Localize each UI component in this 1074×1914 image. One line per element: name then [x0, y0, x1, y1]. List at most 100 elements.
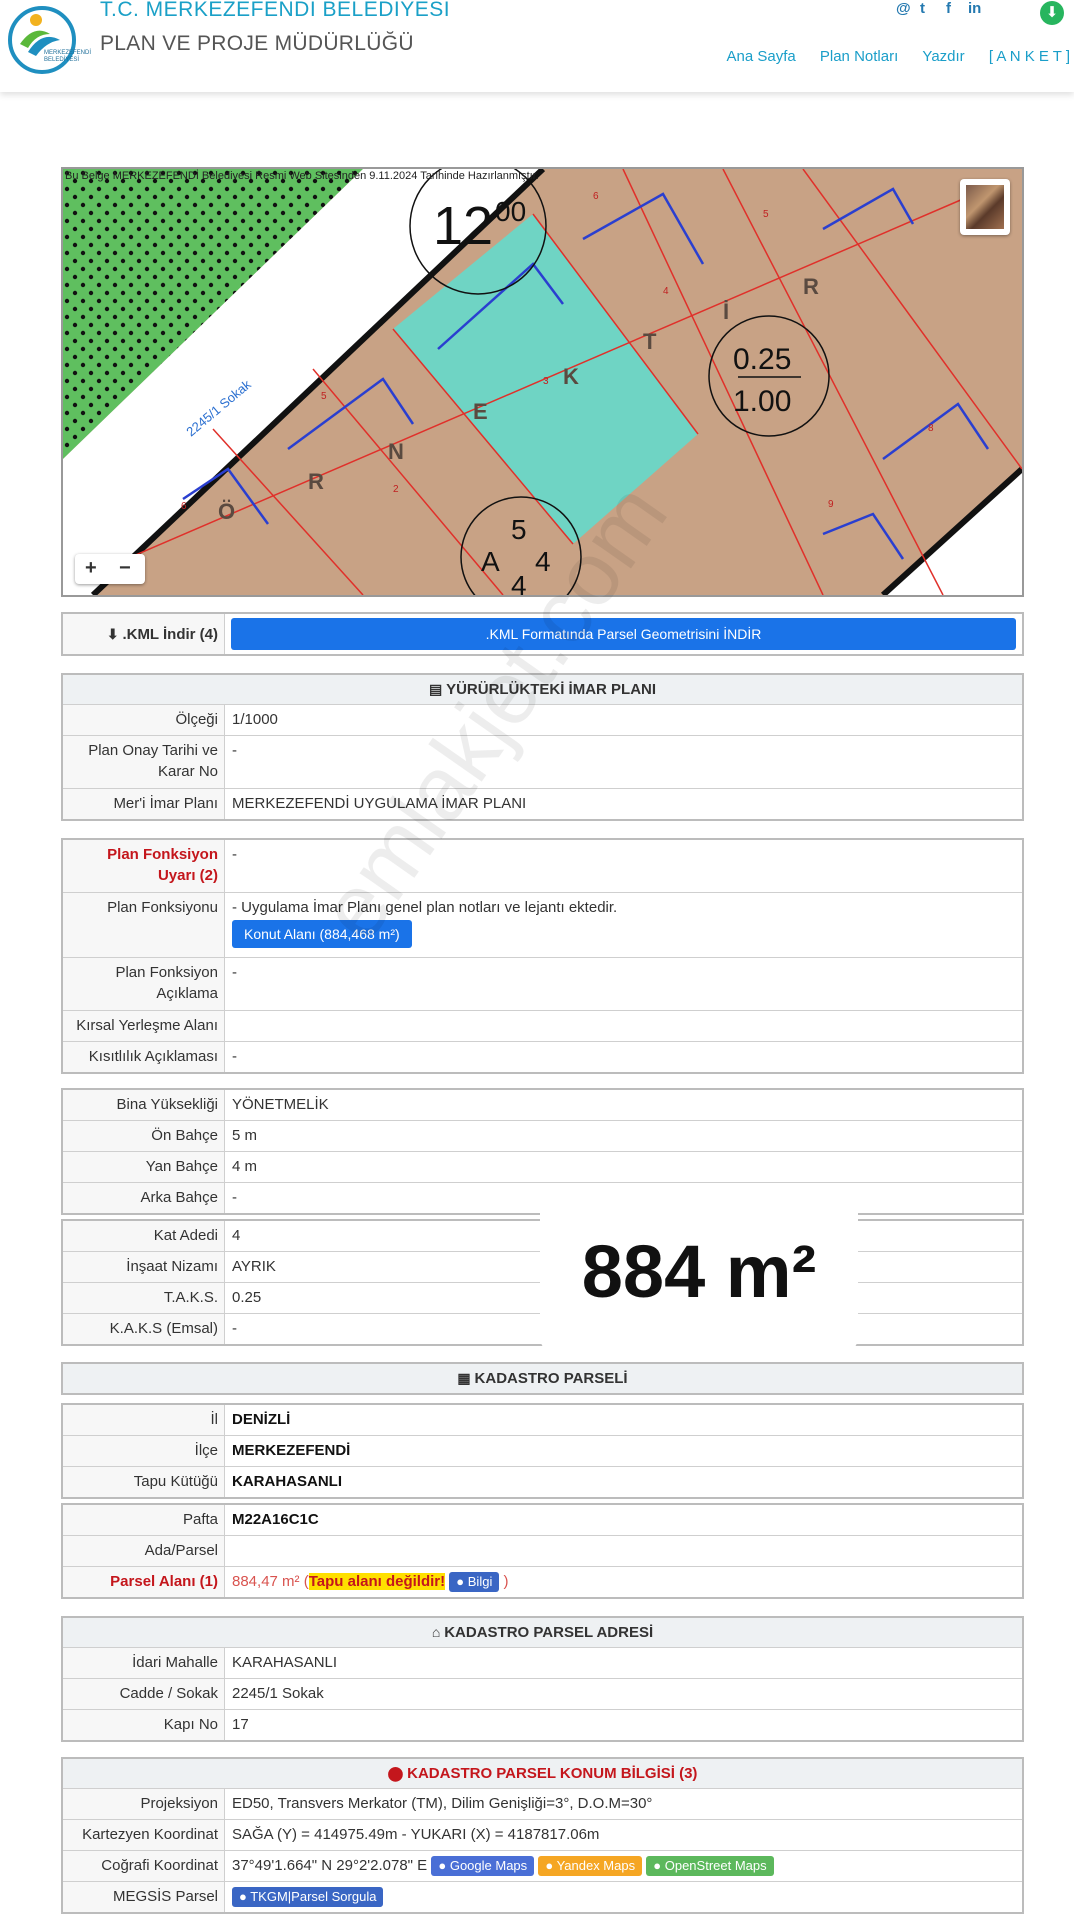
kml-label: ⬇ .KML İndir (4) — [63, 614, 225, 654]
field-label: Cadde / Sokak — [63, 1679, 225, 1709]
grid-icon: ▦ — [457, 1370, 475, 1386]
kaks-label: 1.00 — [733, 385, 791, 418]
info-globe-icon: ● — [456, 1574, 468, 1589]
field-value: - — [232, 742, 237, 759]
parcel-number: 6 — [593, 191, 599, 202]
nav-survey[interactable]: [ A N K E T ] — [989, 48, 1070, 65]
linkedin-icon[interactable]: in — [968, 0, 981, 17]
kadastro-parcel-box: Pafta M22A16C1C Ada/Parsel Parsel Alanı (… — [61, 1503, 1024, 1599]
field-value: DENİZLİ — [232, 1411, 291, 1428]
map-letter: E — [473, 399, 488, 424]
zoom-control: + − — [75, 554, 145, 584]
globe-icon: ● — [653, 1858, 665, 1873]
road-width-label: 12 — [433, 196, 493, 256]
layer-switcher-button[interactable] — [960, 179, 1010, 235]
area-overlay-label: 884 m² — [540, 1192, 858, 1352]
info-button[interactable]: ● Bilgi — [449, 1572, 500, 1592]
field-label: Ön Bahçe — [63, 1121, 225, 1151]
parcel-number: 5 — [763, 209, 769, 220]
field-label: İlçe — [63, 1436, 225, 1466]
field-value — [225, 1536, 1022, 1566]
nav-print[interactable]: Yazdır — [922, 48, 964, 65]
globe-icon: ● — [545, 1858, 557, 1873]
field-label: Mer'i İmar Planı — [63, 789, 225, 819]
map-marker-icon: ⬤ — [387, 1765, 408, 1781]
field-label: Kapı No — [63, 1710, 225, 1740]
field-value: MERKEZEFENDİ — [232, 1442, 351, 1459]
geo-coordinate: 37°49'1.664" N 29°2'2.078" E — [232, 1857, 428, 1874]
nav-home[interactable]: Ana Sayfa — [726, 48, 795, 65]
field-label: Plan Onay Tarihi ve Karar No — [63, 736, 225, 788]
block-top: 5 — [511, 514, 527, 545]
field-value: 4 m — [232, 1158, 258, 1175]
paren-open: ( — [303, 1573, 309, 1590]
map-letter: R — [308, 469, 324, 494]
parcel-number: 2 — [393, 484, 399, 495]
openstreet-maps-button[interactable]: ● OpenStreet Maps — [646, 1856, 774, 1876]
field-label: İnşaat Nizamı — [63, 1252, 225, 1282]
parcel-number: 5 — [321, 391, 327, 402]
location-box: ⬤ KADASTRO PARSEL KONUM BİLGİSİ (3) Proj… — [61, 1757, 1024, 1914]
field-value: YÖNETMELİK — [232, 1096, 329, 1113]
field-label: Kısıtlılık Açıklaması — [63, 1042, 225, 1072]
field-label: Plan Fonksiyonu — [63, 893, 225, 957]
field-label: Arka Bahçe — [63, 1183, 225, 1213]
field-label: Plan Fonksiyon Uyarı (2) — [63, 840, 225, 892]
tkgm-query-button[interactable]: ● TKGM|Parsel Sorgula — [232, 1887, 384, 1907]
parcel-number: 6 — [181, 501, 187, 512]
kadastro-header: ▦ KADASTRO PARSELİ — [63, 1364, 1022, 1393]
map-letter: R — [803, 274, 819, 299]
field-label: K.A.K.S (Emsal) — [63, 1314, 225, 1344]
globe-icon: ● — [438, 1858, 450, 1873]
field-label: Kartezyen Koordinat — [63, 1820, 225, 1850]
at-icon[interactable]: @ — [896, 0, 911, 17]
map-letter: T — [643, 329, 657, 354]
field-label: Ölçeği — [63, 705, 225, 735]
top-nav: Ana Sayfa Plan Notları Yazdır [ A N K E … — [706, 48, 1070, 65]
field-value: 17 — [232, 1716, 249, 1733]
map-canvas[interactable]: 12 00 0.25 1.00 5 A 4 4 2245/1 Sokak Ö R… — [63, 169, 1022, 595]
field-label: Plan Fonksiyon Açıklama — [63, 958, 225, 1010]
kml-download-button[interactable]: .KML Formatında Parsel Geometrisini İNDİ… — [231, 618, 1016, 650]
globe-icon: ● — [239, 1889, 251, 1904]
parcel-number: 8 — [928, 423, 934, 434]
zoom-out-button[interactable]: − — [119, 557, 131, 580]
road-width-sup: 00 — [495, 196, 526, 227]
site-header: MERKEZEFENDİ BELEDİYESİ T.C. MERKEZEFEND… — [0, 0, 1074, 92]
download-icon[interactable]: ⬇ — [1040, 1, 1064, 25]
twitter-icon[interactable]: t — [920, 0, 925, 17]
field-label: Kat Adedi — [63, 1221, 225, 1251]
logo-caption: MERKEZEFENDİ BELEDİYESİ — [44, 50, 92, 63]
field-label: İdari Mahalle — [63, 1648, 225, 1678]
facebook-icon[interactable]: f — [946, 0, 951, 17]
field-label: Bina Yüksekliği — [63, 1090, 225, 1120]
nav-plan-notes[interactable]: Plan Notları — [820, 48, 898, 65]
address-box: ⌂ KADASTRO PARSEL ADRESİ İdari Mahalle KA… — [61, 1616, 1024, 1742]
field-label: Pafta — [63, 1505, 225, 1535]
org-subtitle: PLAN VE PROJE MÜDÜRLÜĞÜ — [100, 32, 414, 55]
social-links: @ t f in ⬇ — [874, 0, 1074, 25]
org-title: T.C. MERKEZEFENDİ BELEDİYESİ — [100, 0, 451, 21]
map-letter: K — [563, 364, 579, 389]
zoom-in-button[interactable]: + — [85, 557, 97, 580]
field-value: 2245/1 Sokak — [232, 1685, 324, 1702]
location-header: ⬤ KADASTRO PARSEL KONUM BİLGİSİ (3) — [63, 1759, 1022, 1788]
map-letter: N — [388, 439, 404, 464]
download-icon: ⬇ — [106, 626, 123, 642]
field-value: - — [232, 964, 237, 981]
field-label: T.A.K.S. — [63, 1283, 225, 1313]
parcel-area-warning: Tapu alanı değildir! — [308, 1573, 446, 1590]
satellite-layer-icon — [966, 185, 1004, 229]
field-label: Parsel Alanı (1) — [63, 1567, 225, 1597]
google-maps-button[interactable]: ● Google Maps — [431, 1856, 535, 1876]
yandex-maps-button[interactable]: ● Yandex Maps — [538, 1856, 643, 1876]
plan-function-box: Plan Fonksiyon Uyarı (2) - Plan Fonksiyon… — [61, 838, 1024, 1074]
parcel-number: 3 — [543, 376, 549, 387]
field-label: Projeksiyon — [63, 1789, 225, 1819]
field-label: Yan Bahçe — [63, 1152, 225, 1182]
field-value: KARAHASANLI — [232, 1654, 338, 1671]
block-left: A — [481, 546, 500, 577]
parcel-map[interactable]: 12 00 0.25 1.00 5 A 4 4 2245/1 Sokak Ö R… — [61, 167, 1024, 597]
field-label: İl — [63, 1405, 225, 1435]
paren-close: ) — [503, 1573, 509, 1590]
